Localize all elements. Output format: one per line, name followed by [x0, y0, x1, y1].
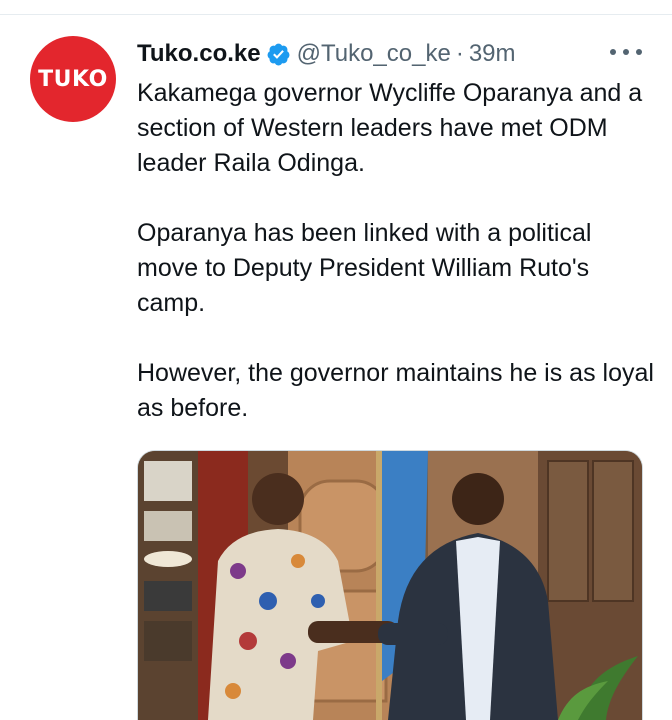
more-dot: [610, 49, 616, 55]
tweet-header: Tuko.co.ke @Tuko_co_ke · 39m: [137, 38, 516, 70]
display-name[interactable]: Tuko.co.ke: [137, 40, 261, 68]
tweet-text: Kakamega governor Wycliffe Oparanya and …: [137, 76, 657, 426]
verified-badge-icon: [267, 43, 290, 65]
more-dot: [636, 49, 642, 55]
tweet-photo[interactable]: [137, 450, 643, 720]
handle[interactable]: @Tuko_co_ke: [297, 40, 451, 68]
more-options-icon[interactable]: [610, 38, 642, 66]
tweet-paragraph: However, the governor maintains he is as…: [137, 359, 654, 422]
separator-dot: ·: [455, 40, 464, 67]
tweet-paragraph: Kakamega governor Wycliffe Oparanya and …: [137, 79, 643, 177]
timestamp[interactable]: 39m: [469, 40, 516, 68]
more-dot: [623, 49, 629, 55]
photo-illustration: [138, 451, 642, 720]
avatar-logo-text: TUKO: [38, 66, 108, 92]
top-divider: [0, 14, 672, 15]
avatar[interactable]: TUKO: [30, 36, 116, 122]
tweet-paragraph: Oparanya has been linked with a politica…: [137, 219, 592, 317]
